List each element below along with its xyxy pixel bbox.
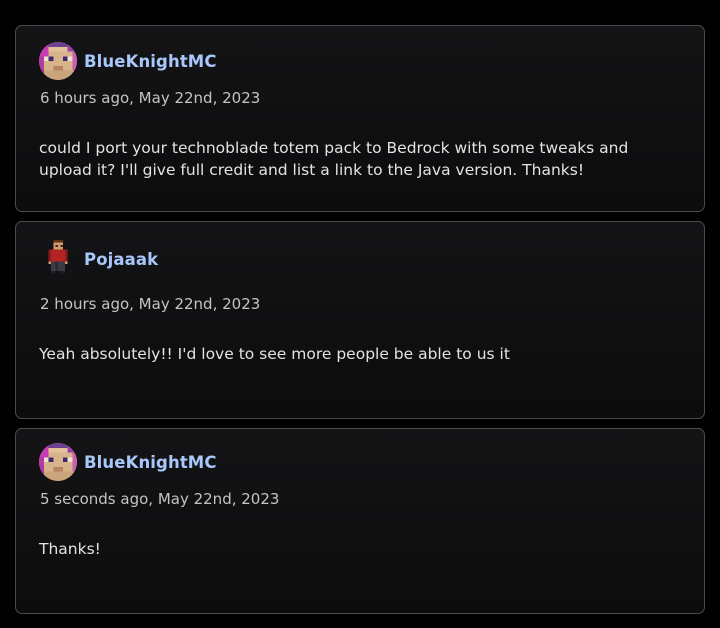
comment-timestamp: 2 hours ago, May 22nd, 2023 xyxy=(40,295,261,313)
comment-text: Yeah absolutely!! I'd love to see more p… xyxy=(39,345,510,363)
comment-text: could I port your technoblade totem pack… xyxy=(39,139,629,179)
pojaaak-skin-icon[interactable] xyxy=(39,240,77,278)
comment-timestamp: 5 seconds ago, May 22nd, 2023 xyxy=(40,490,280,508)
blueknight-avatar-icon[interactable] xyxy=(39,42,77,80)
comment-header: Pojaaak xyxy=(39,240,158,278)
comment-username[interactable]: BlueKnightMC xyxy=(84,52,217,71)
comment-timestamp: 6 hours ago, May 22nd, 2023 xyxy=(40,89,261,107)
comment-username[interactable]: BlueKnightMC xyxy=(84,453,217,472)
comment-header: BlueKnightMC xyxy=(39,443,217,481)
comment-card: BlueKnightMC 5 seconds ago, May 22nd, 20… xyxy=(15,428,705,614)
comment-card: BlueKnightMC 6 hours ago, May 22nd, 2023… xyxy=(15,25,705,212)
comment-username[interactable]: Pojaaak xyxy=(84,250,158,269)
comment-card: Pojaaak 2 hours ago, May 22nd, 2023 Yeah… xyxy=(15,221,705,419)
comment-text: Thanks! xyxy=(39,540,101,558)
comment-thread: BlueKnightMC 6 hours ago, May 22nd, 2023… xyxy=(0,0,720,628)
blueknight-avatar-icon[interactable] xyxy=(39,443,77,481)
comment-header: BlueKnightMC xyxy=(39,42,217,80)
